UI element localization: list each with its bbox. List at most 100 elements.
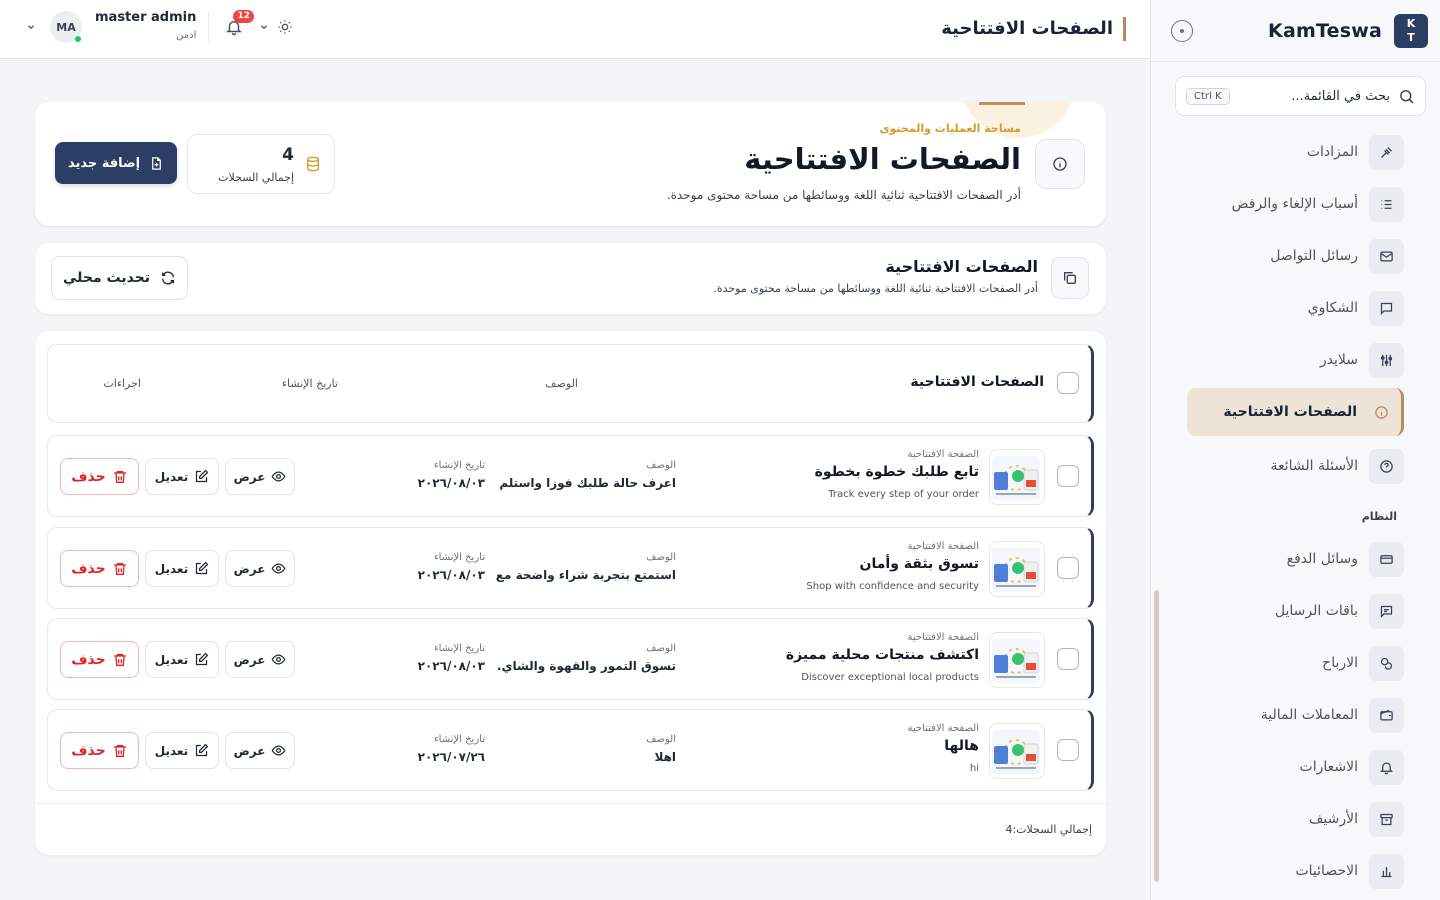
total-records-footer: إجمالي السجلات:4 [1005,823,1092,836]
row-subtitle: Shop with confidence and security [806,581,979,592]
add-new-label: إضافة جديد [67,155,141,171]
sidebar-toggle-icon[interactable] [1171,19,1193,42]
delete-button[interactable]: حذف [60,550,139,587]
hero-card: مساحة العمليات والمحتوى الصفحات الافتتاح… [35,102,1106,226]
delete-button[interactable]: حذف [60,641,139,678]
row-date-label: تاريخ الإنشاء [433,460,485,471]
row-description-label: الوصف [646,460,676,471]
hero-title: الصفحات الافتتاحية [744,142,1021,176]
sidebar-item-label: الشكاوي [1307,300,1358,316]
view-label: عرض [233,743,266,758]
refresh-icon [162,271,175,285]
sidebar-search[interactable]: بحث في القائمة... Ctrl K [1175,76,1426,116]
avatar[interactable]: MA [50,11,82,43]
bell-icon [1369,749,1404,785]
info-icon [1367,395,1395,430]
eye-icon [271,745,286,756]
chevron-down-icon[interactable] [259,22,269,32]
edit-icon [196,652,209,666]
sidebar-item-cancel-reasons[interactable]: أسباب الإلغاء والرفض [1187,180,1404,228]
view-button[interactable]: عرض [225,550,295,587]
table-row: الصفحة الافتتاحية تسوق بثقة وأمان Shop w… [47,527,1094,609]
row-date: ٢٠٢٦/٠٨/٠٣ [417,476,485,490]
delete-button[interactable]: حذف [60,732,139,769]
sidebar-item-faq[interactable]: الأسئلة الشائعة [1187,442,1404,490]
sidebar-item-auctions[interactable]: المزادات [1187,128,1404,176]
sidebar-item-message-packages[interactable]: باقات الرسايل [1187,587,1404,635]
sidebar-item-profits[interactable]: الارباح [1187,639,1404,687]
view-label: عرض [233,561,266,576]
sidebar-item-label: الاشعارات [1299,759,1358,775]
sidebar-item-archive[interactable]: الأرشيف [1187,795,1404,843]
sidebar-item-contact-messages[interactable]: رسائل التواصل [1187,232,1404,280]
table-header: الصفحات الافتتاحية الوصف تاريخ الإنشاء ا… [47,344,1094,423]
row-title: هالها [944,738,979,754]
user-role: ادمن [176,30,197,41]
total-records-stat: 4 إجمالي السجلات [187,134,335,194]
logo-letter-2: T [1407,30,1415,44]
sidebar-item-onboarding-pages[interactable]: الصفحات الافتتاحية [1187,388,1404,436]
delete-label: حذف [71,560,106,577]
sidebar-item-notifications[interactable]: الاشعارات [1187,743,1404,791]
row-kicker: الصفحة الافتتاحية [907,632,979,643]
sidebar-item-label: وسائل الدفع [1286,551,1358,567]
sidebar-item-slider[interactable]: سلايدر [1187,336,1404,384]
edit-button[interactable]: تعديل [145,732,219,769]
local-refresh-button[interactable]: تحديث محلي [51,256,188,300]
row-kicker: الصفحة الافتتاحية [907,541,979,552]
sidebar-scrollbar[interactable] [1154,590,1159,882]
file-plus-icon [152,156,161,170]
table-footer: إجمالي السجلات:4 [35,803,1106,855]
wallet-icon [1369,697,1404,733]
row-date: ٢٠٢٦/٠٧/٢٦ [417,750,485,764]
onboarding-image [989,723,1045,779]
edit-button[interactable]: تعديل [145,641,219,678]
row-description: استمتع بتجربة شراء واضحة مع ... [496,568,676,582]
row-description: تسوق التمور والقهوة والشاي... [496,659,676,673]
sliders-icon [1369,342,1404,378]
hero-accent-bar [979,102,1025,105]
sidebar-item-payment-methods[interactable]: وسائل الدفع [1187,535,1404,583]
view-label: عرض [233,469,266,484]
section-title: الصفحات الافتتاحية [885,257,1038,276]
row-kicker: الصفحة الافتتاحية [907,723,979,734]
add-new-button[interactable]: إضافة جديد [55,142,177,184]
edit-icon [196,561,209,575]
row-checkbox[interactable] [1057,557,1079,579]
header-actions: اجراءات [103,377,141,390]
sidebar-item-label: الصفحات الافتتاحية [1223,404,1357,420]
sidebar-item-complaints[interactable]: الشكاوي [1187,284,1404,332]
table-row: الصفحة الافتتاحية تابع طلبك خطوة بخطوة T… [47,435,1094,517]
view-button[interactable]: عرض [225,641,295,678]
row-checkbox[interactable] [1057,648,1079,670]
online-status-dot [74,35,82,43]
select-all-checkbox[interactable] [1057,372,1079,394]
view-button[interactable]: عرض [225,732,295,769]
notifications-button[interactable]: 12 [225,10,254,36]
row-date: ٢٠٢٦/٠٨/٠٣ [417,659,485,673]
sidebar-item-label: الارباح [1322,655,1358,671]
user-info[interactable]: master admin ادمن [95,10,196,44]
delete-button[interactable]: حذف [60,458,139,495]
row-date-label: تاريخ الإنشاء [433,552,485,563]
edit-button[interactable]: تعديل [145,550,219,587]
header-created: تاريخ الإنشاء [281,377,338,390]
row-title: اكتشف منتجات محلية مميزة [785,647,979,663]
view-button[interactable]: عرض [225,458,295,495]
row-subtitle: Track every step of your order [828,489,979,500]
gavel-icon [1369,134,1404,170]
help-icon [1369,448,1404,484]
row-description-label: الوصف [646,734,676,745]
chevron-down-icon[interactable] [26,22,36,32]
local-refresh-label: تحديث محلي [62,270,151,286]
records-table: الصفحات الافتتاحية الوصف تاريخ الإنشاء ا… [35,331,1106,855]
sidebar-item-transactions[interactable]: المعاملات المالية [1187,691,1404,739]
sidebar-item-label: سلايدر [1319,352,1358,368]
sidebar-item-statistics[interactable]: الاحصائيات [1187,847,1404,895]
row-checkbox[interactable] [1057,465,1079,487]
edit-label: تعديل [154,743,189,758]
sidebar-item-label: الأسئلة الشائعة [1270,458,1359,474]
sun-icon[interactable] [277,19,293,35]
row-checkbox[interactable] [1057,739,1079,761]
edit-button[interactable]: تعديل [145,458,219,495]
